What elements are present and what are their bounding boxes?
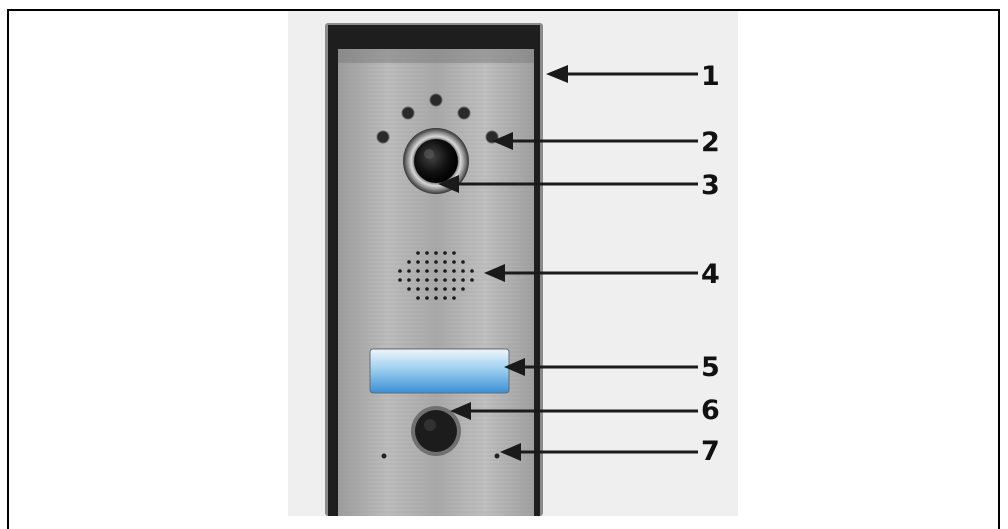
- callout-label-4: 4: [701, 259, 720, 290]
- doorbell-photo: [288, 11, 738, 516]
- callout-label-6: 6: [701, 395, 720, 426]
- callout-label-1: 1: [701, 61, 720, 92]
- callout-label-5: 5: [701, 352, 720, 383]
- callout-label-2: 2: [701, 127, 720, 158]
- callout-label-7: 7: [701, 436, 720, 467]
- callout-label-3: 3: [701, 170, 720, 201]
